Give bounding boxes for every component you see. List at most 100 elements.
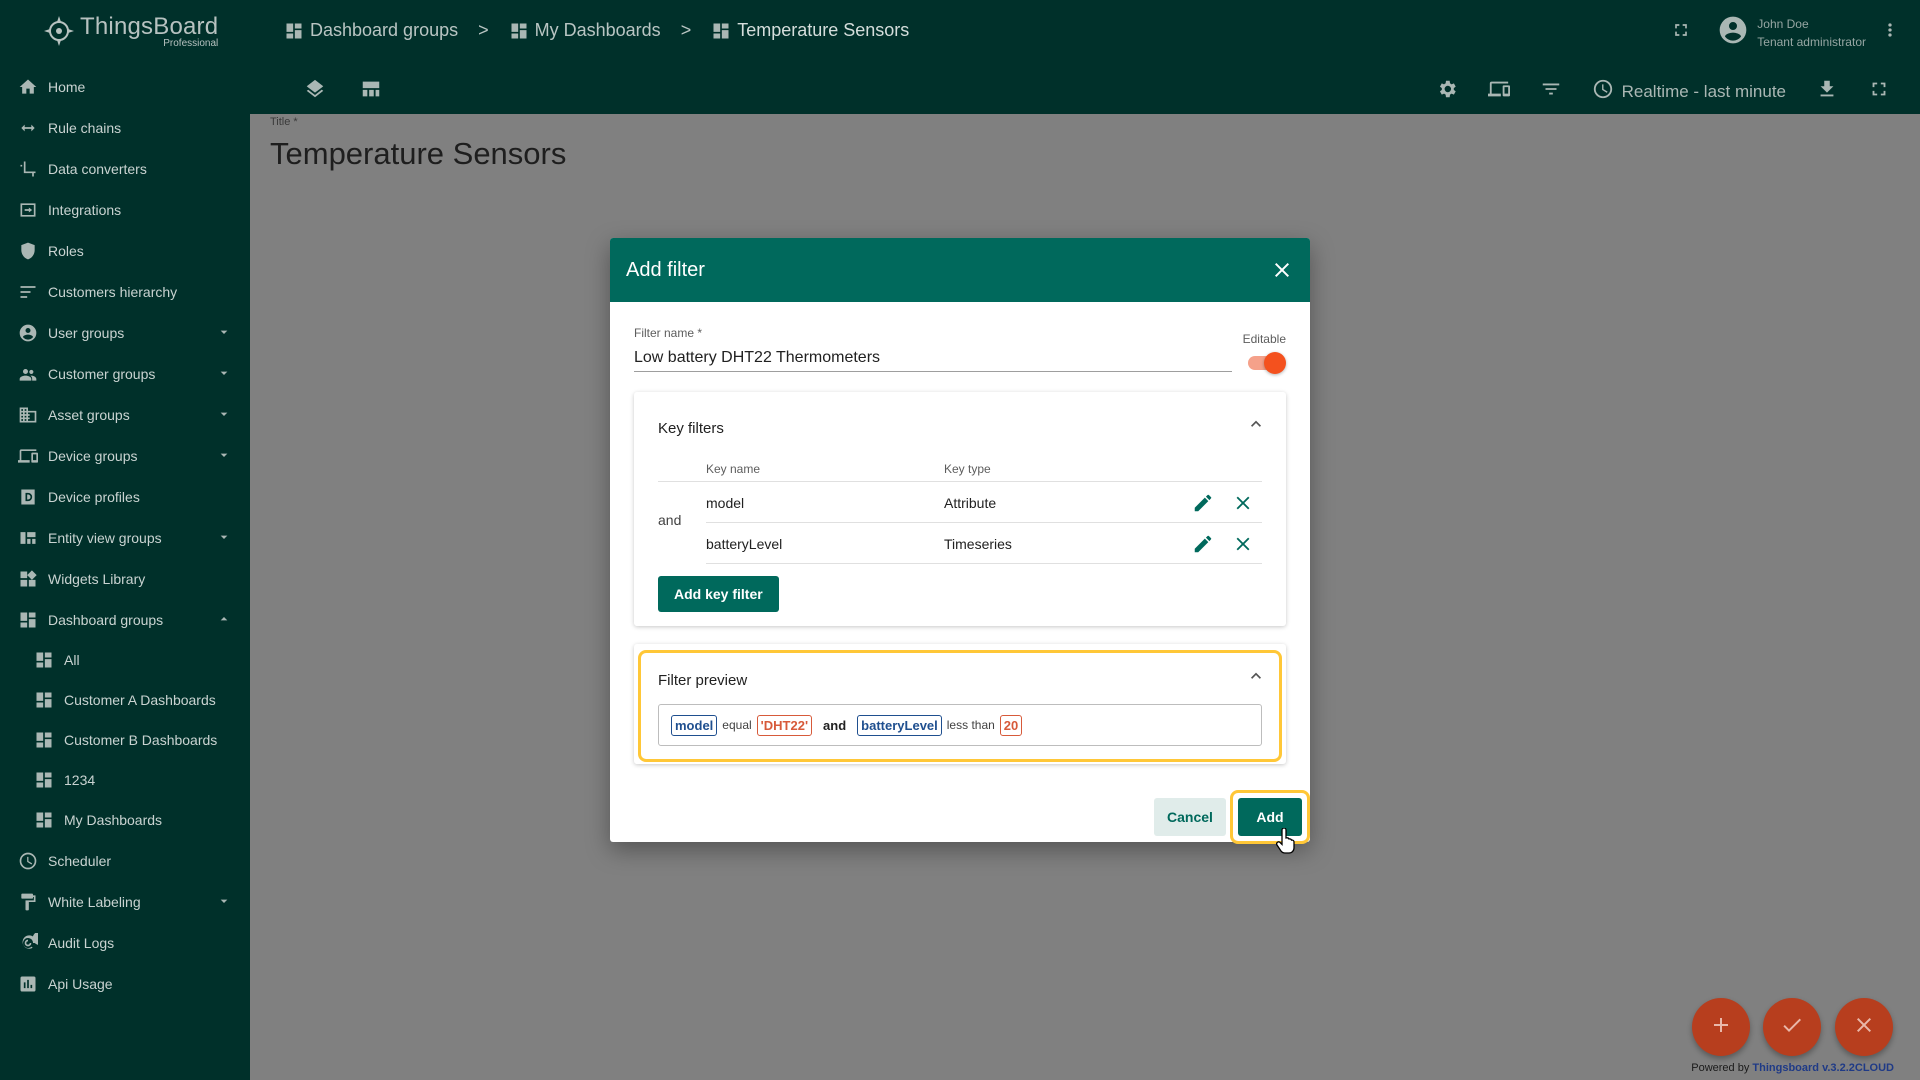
- key-filters-panel: Key filters Key name Key type and model …: [634, 392, 1286, 626]
- sidebar-item-user-groups[interactable]: User groups: [0, 312, 250, 353]
- sidebar-item-dashboard-groups[interactable]: Dashboard groups: [0, 599, 250, 640]
- close-icon: [1852, 1013, 1876, 1042]
- top-bar: Dashboard groups > My Dashboards > Tempe…: [250, 0, 1920, 114]
- dashboard-title[interactable]: Temperature Sensors: [270, 136, 566, 172]
- cancel-button[interactable]: Cancel: [1154, 798, 1226, 836]
- sidebar-item-entity-view-groups[interactable]: Entity view groups: [0, 517, 250, 558]
- sidebar-item-customer-b-dashboards[interactable]: Customer B Dashboards: [0, 720, 250, 760]
- timewindow-button[interactable]: Realtime - last minute: [1592, 78, 1786, 105]
- sidebar-item-label: Dashboard groups: [48, 611, 164, 628]
- add-button-highlight: [1230, 790, 1310, 844]
- breadcrumb-my-dashboards[interactable]: My Dashboards: [509, 20, 661, 41]
- account-circle-icon: [18, 323, 38, 343]
- schedule-icon: [18, 851, 38, 871]
- home-icon: [18, 77, 38, 97]
- fullscreen-icon[interactable]: [1671, 20, 1691, 45]
- key-name: model: [706, 495, 745, 511]
- supervisor-icon: [18, 364, 38, 384]
- sidebar-item-roles[interactable]: Roles: [0, 230, 250, 271]
- edit-icon[interactable]: [1192, 492, 1214, 517]
- close-icon[interactable]: [1232, 492, 1254, 517]
- gear-icon[interactable]: [1436, 78, 1458, 105]
- shield-icon: [18, 241, 38, 261]
- sidebar-item-label: Integrations: [48, 201, 122, 218]
- device-profile-icon: [18, 487, 38, 507]
- sidebar-item-label: Customers hierarchy: [48, 283, 178, 300]
- dashboard-icon: [509, 21, 529, 41]
- devices-icon[interactable]: [1487, 78, 1510, 105]
- filter-name-label: Filter name *: [634, 326, 703, 340]
- breadcrumb-dashboard-groups[interactable]: Dashboard groups: [284, 20, 458, 41]
- sidebar-item-asset-groups[interactable]: Asset groups: [0, 394, 250, 435]
- key-filters-header: Key name Key type: [658, 460, 1262, 482]
- more-vert-icon[interactable]: [1880, 20, 1900, 45]
- version-link[interactable]: Thingsboard v.3.2.2CLOUD: [1752, 1062, 1894, 1074]
- editable-toggle[interactable]: [1248, 352, 1286, 374]
- view-agenda-icon[interactable]: [360, 78, 382, 105]
- chevron-up-icon: [216, 611, 232, 627]
- sidebar-item-label: 1234: [64, 772, 96, 788]
- hand-cursor-icon: [1276, 828, 1295, 854]
- sidebar-item-rule-chains[interactable]: Rule chains: [0, 107, 250, 148]
- sidebar-item-device-profiles[interactable]: Device profiles: [0, 476, 250, 517]
- sidebar-item-customer-groups[interactable]: Customer groups: [0, 353, 250, 394]
- top-bar-actions: John Doe Tenant administrator: [1671, 14, 1900, 51]
- thingsboard-logo-icon: [44, 16, 74, 46]
- logo-name: ThingsBoard: [80, 13, 219, 40]
- sidebar-item-data-converters[interactable]: Data converters: [0, 148, 250, 189]
- chevron-up-icon[interactable]: [1246, 414, 1266, 439]
- domain-icon: [18, 405, 38, 425]
- breadcrumb: Dashboard groups > My Dashboards > Tempe…: [284, 20, 909, 41]
- key-filters-title: Key filters: [658, 420, 724, 437]
- dashboard-icon: [34, 650, 54, 670]
- sidebar-item-scheduler[interactable]: Scheduler: [0, 840, 250, 881]
- logo[interactable]: ThingsBoard Professional: [0, 0, 250, 62]
- dialog-title: Add filter: [626, 258, 705, 281]
- layers-icon[interactable]: [304, 78, 326, 105]
- sidebar-item-home[interactable]: Home: [0, 66, 250, 107]
- sidebar-item-integrations[interactable]: Integrations: [0, 189, 250, 230]
- sidebar-item-api-usage[interactable]: Api Usage: [0, 963, 250, 1004]
- dialog-header: Add filter: [610, 238, 1310, 302]
- sidebar-item-label: Device groups: [48, 447, 138, 464]
- sidebar-item-my-dashboards[interactable]: My Dashboards: [0, 800, 250, 840]
- dashboard-icon: [34, 690, 54, 710]
- dashboard-toolbar-left: [304, 78, 382, 105]
- chevron-down-icon: [216, 324, 232, 340]
- decline-changes-fab[interactable]: [1835, 998, 1893, 1056]
- add-widget-fab[interactable]: [1692, 998, 1750, 1056]
- sidebar-item-label: Entity view groups: [48, 529, 162, 546]
- add-filter-dialog: Add filter Filter name * Editable Key fi…: [610, 238, 1310, 844]
- dashboard-icon: [18, 610, 38, 630]
- filter-name-input[interactable]: [634, 344, 1232, 372]
- sidebar-item-label: Customer B Dashboards: [64, 732, 218, 748]
- sidebar-item-all[interactable]: All: [0, 640, 250, 680]
- close-icon[interactable]: [1270, 258, 1294, 287]
- download-icon[interactable]: [1816, 78, 1838, 105]
- sidebar-item-widgets-library[interactable]: Widgets Library: [0, 558, 250, 599]
- sidebar-item-white-labeling[interactable]: White Labeling: [0, 881, 250, 922]
- table-row: model Attribute: [706, 482, 1262, 523]
- dashboard-toolbar-right: Realtime - last minute: [1436, 78, 1890, 105]
- add-key-filter-button[interactable]: Add key filter: [658, 576, 779, 612]
- clock-icon: [1592, 78, 1614, 105]
- view-quilt-icon: [18, 528, 38, 548]
- sidebar-item-1234[interactable]: 1234: [0, 760, 250, 800]
- chevron-down-icon: [216, 365, 232, 381]
- filter-list-icon[interactable]: [1540, 78, 1562, 105]
- user-menu[interactable]: John Doe Tenant administrator: [1717, 14, 1866, 51]
- hierarchy-icon: [18, 282, 38, 302]
- close-icon[interactable]: [1232, 533, 1254, 558]
- sidebar-item-label: Roles: [48, 242, 84, 259]
- breadcrumb-label: Dashboard groups: [310, 20, 459, 40]
- apply-changes-fab[interactable]: [1763, 998, 1821, 1056]
- sidebar-item-label: Customer groups: [48, 365, 156, 382]
- sidebar-item-device-groups[interactable]: Device groups: [0, 435, 250, 476]
- sidebar-item-customer-a-dashboards[interactable]: Customer A Dashboards: [0, 680, 250, 720]
- fullscreen-icon[interactable]: [1868, 78, 1890, 105]
- sidebar-item-audit-logs[interactable]: Audit Logs: [0, 922, 250, 963]
- sidebar-item-label: Customer A Dashboards: [64, 692, 216, 708]
- edit-icon[interactable]: [1192, 533, 1214, 558]
- sidebar-item-customers-hierarchy[interactable]: Customers hierarchy: [0, 271, 250, 312]
- sidebar-nav: Home Rule chains Data converters Integra…: [0, 66, 250, 1004]
